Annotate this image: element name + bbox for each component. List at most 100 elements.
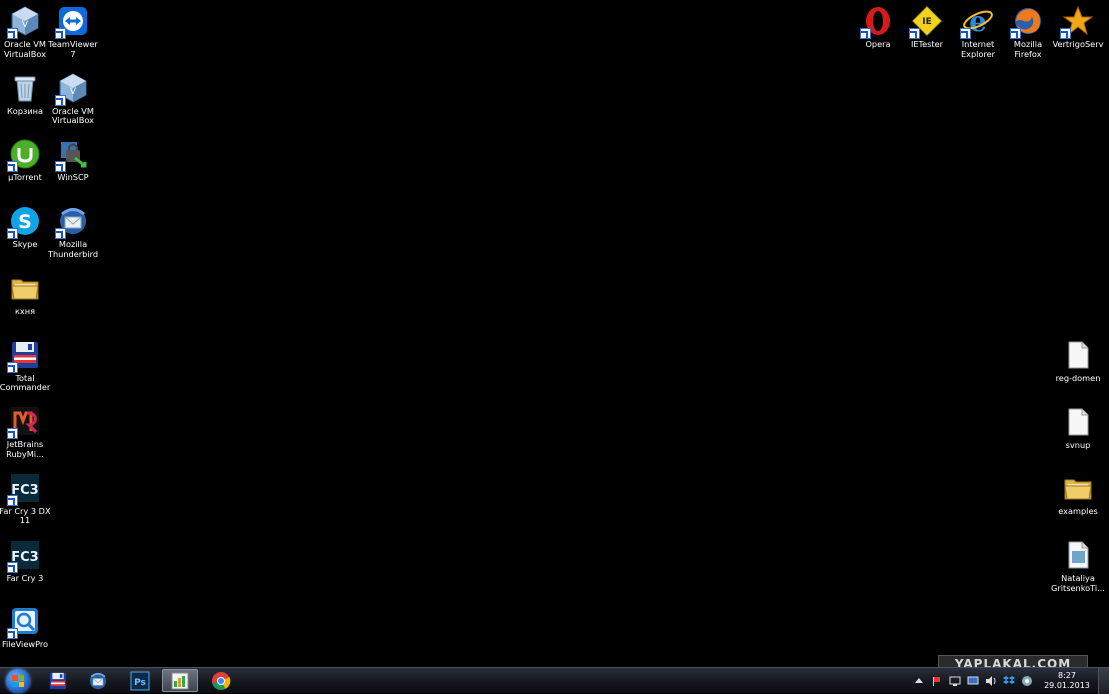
clock-time: 8:27	[1058, 671, 1076, 680]
ietester-icon: IE	[909, 5, 943, 39]
desktop-shortcut-winscp[interactable]: WinSCP	[48, 135, 98, 199]
desktop-icon-label: Internet Explorer	[960, 39, 996, 59]
chrome-icon	[211, 671, 231, 691]
desktop-shortcut-oracle-vm-virtualbox[interactable]: V Oracle VM VirtualBox	[0, 2, 50, 66]
shortcut-arrow-icon	[55, 28, 66, 39]
svg-text:V: V	[22, 20, 29, 30]
taskbar-button-total-commander[interactable]	[40, 669, 76, 692]
teamviewer-icon	[55, 5, 89, 39]
text-file-icon	[1062, 406, 1094, 438]
svg-text:S: S	[18, 211, 32, 233]
tray-icons	[910, 675, 1036, 687]
desktop-shortcut-кхня[interactable]: кхня	[0, 269, 50, 333]
desktop-shortcut-mozilla-thunderbird[interactable]: Mozilla Thunderbird	[48, 202, 98, 266]
rubymine-icon	[7, 405, 41, 440]
dropbox-icon[interactable]	[1003, 675, 1015, 687]
taskbar-button-chrome[interactable]	[203, 669, 239, 692]
desktop-icon-label: Far Cry 3 DX 11	[0, 505, 51, 526]
svg-text:V: V	[70, 87, 77, 97]
desktop-icon-label: WinSCP	[57, 172, 89, 183]
desktop-icon-label: examples	[1058, 506, 1098, 516]
total-commander-icon	[48, 671, 68, 691]
desktop-shortcut-torrent[interactable]: µTorrent	[0, 135, 50, 199]
desktop-shortcut-vertrigoserv[interactable]: VertrigoServ	[1053, 2, 1103, 66]
desktop-icon-label: кхня	[14, 305, 36, 316]
thunderbird-icon	[88, 671, 108, 691]
desktop-shortcut-корзина[interactable]: Корзина	[0, 69, 50, 133]
desktop-icon-label: Oracle VM VirtualBox	[52, 105, 94, 126]
skype-icon: S	[7, 205, 41, 240]
volume-icon[interactable]	[985, 675, 997, 687]
firefox-icon	[1010, 5, 1044, 39]
shortcut-arrow-icon	[7, 161, 18, 173]
desktop-shortcut-far-cry-3-dx-11[interactable]: FC3 Far Cry 3 DX 11	[0, 469, 51, 533]
windows-logo-icon	[12, 675, 24, 687]
desktop-shortcut-examples[interactable]: examples	[1053, 469, 1103, 533]
desktop-icon-label: svnup	[1065, 440, 1091, 450]
shortcut-arrow-icon	[1060, 28, 1071, 39]
desktop-shortcut-nataliya-gritsenkoti[interactable]: Nataliya GritsenkoTi...	[1051, 536, 1105, 600]
taskbar-button-thunderbird[interactable]	[80, 669, 116, 692]
desktop-shortcut-fileviewpro[interactable]: FileViewPro	[0, 602, 50, 666]
desktop-shortcut-svnup[interactable]: svnup	[1053, 403, 1103, 467]
clock[interactable]: 8:27 29.01.2013	[1040, 671, 1094, 691]
desktop-shortcut-mozilla-firefox[interactable]: Mozilla Firefox	[1003, 2, 1053, 66]
farcry3-icon: FC3	[7, 539, 41, 573]
shortcut-arrow-icon	[7, 561, 18, 573]
desktop-icon-label: IETester	[910, 39, 944, 49]
recycle-bin-icon	[9, 72, 41, 104]
svg-text:IE: IE	[922, 17, 932, 27]
taskbar-button-photoshop[interactable]: Ps	[122, 669, 158, 692]
desktop-shortcut-oracle-vm-virtualbox[interactable]: V Oracle VM VirtualBox	[48, 69, 98, 133]
monitor-icon[interactable]	[967, 675, 979, 687]
flag-icon[interactable]	[931, 675, 943, 687]
desktop-icon-label: Opera	[865, 39, 891, 49]
desktop-icon-label: JetBrains RubyMi...	[6, 439, 44, 459]
taskbar: Ps 8:27 29.01.2013	[0, 667, 1109, 694]
desktop-icon-label: reg-domen	[1055, 373, 1101, 383]
opera-icon	[860, 5, 894, 39]
folder-icon	[9, 272, 41, 304]
network-icon[interactable]	[949, 675, 961, 687]
vertrigoserv-icon	[1060, 5, 1094, 39]
app-window-icon	[170, 671, 190, 691]
shortcut-arrow-icon	[7, 428, 18, 440]
desktop-shortcut-skype[interactable]: S Skype	[0, 202, 50, 266]
desktop[interactable]: V Oracle VM VirtualBox Корзина µTorrent S Sky…	[0, 0, 1109, 667]
desktop-shortcut-opera[interactable]: Opera	[853, 2, 903, 66]
desktop-shortcut-ietester[interactable]: IE IETester	[902, 2, 952, 66]
tray-arrow-icon[interactable]	[913, 675, 925, 687]
desktop-shortcut-total-commander[interactable]: Total Commander	[0, 336, 50, 400]
virtualbox-icon: V	[7, 5, 41, 39]
svg-text:e: e	[969, 5, 987, 37]
taskbar-button-utorrent[interactable]	[162, 669, 198, 692]
desktop-icon-label: Mozilla Firefox	[1013, 39, 1043, 59]
total-commander-icon	[7, 339, 41, 373]
shortcut-arrow-icon	[7, 228, 18, 240]
desktop-icon-label: Far Cry 3	[6, 572, 44, 583]
system-tray: 8:27 29.01.2013	[910, 668, 1109, 694]
fileviewpro-icon	[7, 605, 41, 640]
text-file-icon	[1062, 339, 1094, 371]
shortcut-arrow-icon	[55, 228, 66, 240]
thunderbird-icon	[55, 205, 89, 240]
desktop-shortcut-far-cry-3[interactable]: FC3 Far Cry 3	[0, 536, 50, 600]
svg-text:Ps: Ps	[134, 678, 146, 688]
start-button[interactable]	[6, 669, 30, 693]
utorrent-icon	[7, 138, 41, 173]
shortcut-arrow-icon	[7, 494, 18, 506]
shortcut-arrow-icon	[7, 361, 18, 373]
shortcut-arrow-icon	[960, 28, 971, 39]
shortcut-arrow-icon	[860, 28, 871, 39]
desktop-shortcut-reg-domen[interactable]: reg-domen	[1053, 336, 1103, 400]
tray-app-icon[interactable]	[1021, 675, 1033, 687]
desktop-shortcut-jetbrains-rubymi[interactable]: JetBrains RubyMi...	[0, 402, 50, 466]
winscp-icon	[55, 138, 89, 173]
internet-explorer-icon: e	[960, 5, 994, 39]
desktop-shortcut-teamviewer-7[interactable]: TeamViewer 7	[48, 2, 98, 66]
show-desktop-button[interactable]	[1098, 668, 1109, 694]
shortcut-arrow-icon	[909, 28, 920, 39]
desktop-shortcut-internet-explorer[interactable]: e Internet Explorer	[953, 2, 1003, 66]
desktop-icon-label: Nataliya GritsenkoTi...	[1051, 573, 1105, 593]
folder-icon	[1062, 472, 1094, 504]
